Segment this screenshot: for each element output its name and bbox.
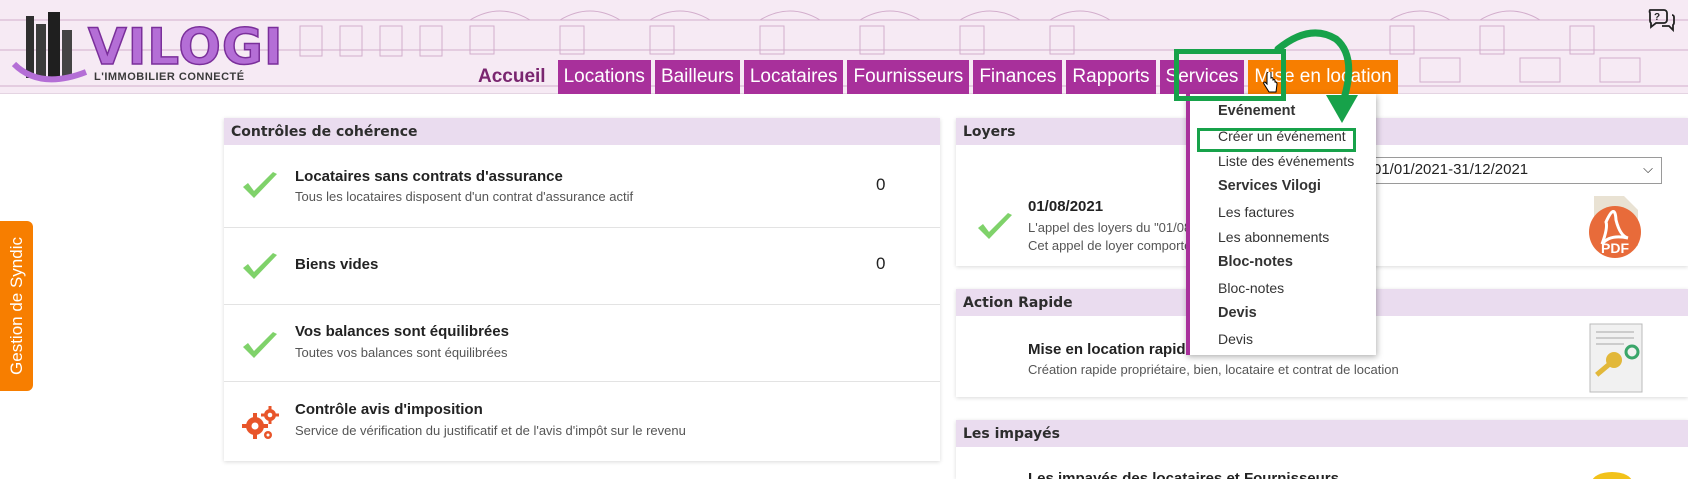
dropdown-item-bloc-notes[interactable]: Bloc-notes [1218, 280, 1284, 296]
coherence-row[interactable]: Contrôle avis d'imposition Service de vé… [224, 382, 940, 461]
dropdown-heading: Evénement [1218, 103, 1296, 119]
pdf-icon[interactable]: PDF [1580, 192, 1650, 262]
services-dropdown-menu: Evénement Créer un événement Liste des é… [1186, 94, 1376, 355]
side-tab-label: Gestion de Syndic [6, 237, 26, 375]
tab-accueil[interactable]: Accueil [472, 60, 554, 94]
row-subtitle: Toutes vos balances sont équilibrées [295, 345, 508, 360]
loyer-line-2: Cet appel de loyer comporte [1028, 238, 1192, 253]
tab-services[interactable]: Services [1159, 60, 1245, 94]
period-select-value: 01/01/2021-31/12/2021 [1373, 161, 1529, 178]
dropdown-heading: Bloc-notes [1218, 254, 1293, 270]
tab-locations[interactable]: Locations [557, 60, 651, 94]
row-title: Contrôle avis d'imposition [295, 401, 483, 418]
coins-icon [1592, 472, 1632, 479]
svg-text:PDF: PDF [1601, 240, 1629, 256]
dropdown-item-liste-evenements[interactable]: Liste des événements [1218, 153, 1354, 169]
logo-building-icon [11, 12, 88, 83]
vilogi-logo[interactable]: VILOGI L'IMMOBILIER CONNECTÉ [10, 8, 290, 90]
check-icon [243, 253, 277, 279]
coherence-row[interactable]: Biens vides 0 [224, 228, 940, 305]
gears-icon [242, 406, 279, 439]
chevron-down-icon: ⌵ [1643, 161, 1653, 176]
tab-fournisseurs[interactable]: Fournisseurs [847, 60, 970, 94]
row-title: Vos balances sont équilibrées [295, 323, 509, 340]
quick-action-subtitle: Création rapide propriétaire, bien, loca… [1028, 362, 1399, 377]
row-title: Locataires sans contrats d'assurance [295, 168, 563, 185]
impayes-item-title[interactable]: Les impayés des locataires et Fournisseu… [1028, 470, 1339, 479]
hand-cursor-icon [1263, 72, 1278, 93]
row-count: 0 [876, 175, 886, 194]
check-icon [243, 172, 277, 198]
quick-action-title[interactable]: Mise en location rapide [1028, 341, 1194, 358]
check-icon [243, 332, 277, 358]
row-title: Biens vides [295, 256, 379, 273]
tab-locataires[interactable]: Locataires [743, 60, 844, 94]
tab-finances[interactable]: Finances [973, 60, 1063, 94]
loyer-date[interactable]: 01/08/2021 [1028, 198, 1103, 215]
dropdown-item-devis[interactable]: Devis [1218, 331, 1253, 347]
svg-text:?: ? [1654, 12, 1660, 23]
coherence-row[interactable]: Vos balances sont équilibrées Toutes vos… [224, 305, 940, 382]
period-select[interactable]: 01/01/2021-31/12/2021 ⌵ [1352, 157, 1662, 184]
logo-word: VILOGI [87, 18, 284, 76]
impayes-panel: Les impayés Les impayés des locataires e… [956, 420, 1688, 479]
panel-title: Les impayés [956, 420, 1688, 447]
panel-title: Contrôles de cohérence [224, 118, 940, 145]
dropdown-item-factures[interactable]: Les factures [1218, 204, 1294, 220]
check-icon [978, 213, 1012, 239]
row-count: 0 [876, 254, 886, 273]
dropdown-heading: Services Vilogi [1218, 178, 1321, 194]
dropdown-heading: Devis [1218, 305, 1257, 321]
gestion-syndic-side-tab[interactable]: Gestion de Syndic [0, 221, 33, 391]
tab-bailleurs[interactable]: Bailleurs [654, 60, 740, 94]
main-nav: Accueil Locations Bailleurs Locataires F… [472, 60, 1398, 94]
logo-tagline: L'IMMOBILIER CONNECTÉ [94, 71, 245, 83]
keys-document-icon[interactable] [1584, 322, 1646, 394]
coherence-panel: Contrôles de cohérence Locataires sans c… [224, 118, 940, 461]
help-chat-icon[interactable]: ? [1646, 4, 1676, 34]
row-subtitle: Tous les locataires disposent d'un contr… [295, 189, 634, 204]
dropdown-item-abonnements[interactable]: Les abonnements [1218, 229, 1329, 245]
coherence-row[interactable]: Locataires sans contrats d'assurance Tou… [224, 145, 940, 228]
dropdown-item-creer-evenement[interactable]: Créer un événement [1218, 128, 1346, 144]
tab-rapports[interactable]: Rapports [1066, 60, 1156, 94]
row-subtitle: Service de vérification du justificatif … [295, 423, 686, 438]
